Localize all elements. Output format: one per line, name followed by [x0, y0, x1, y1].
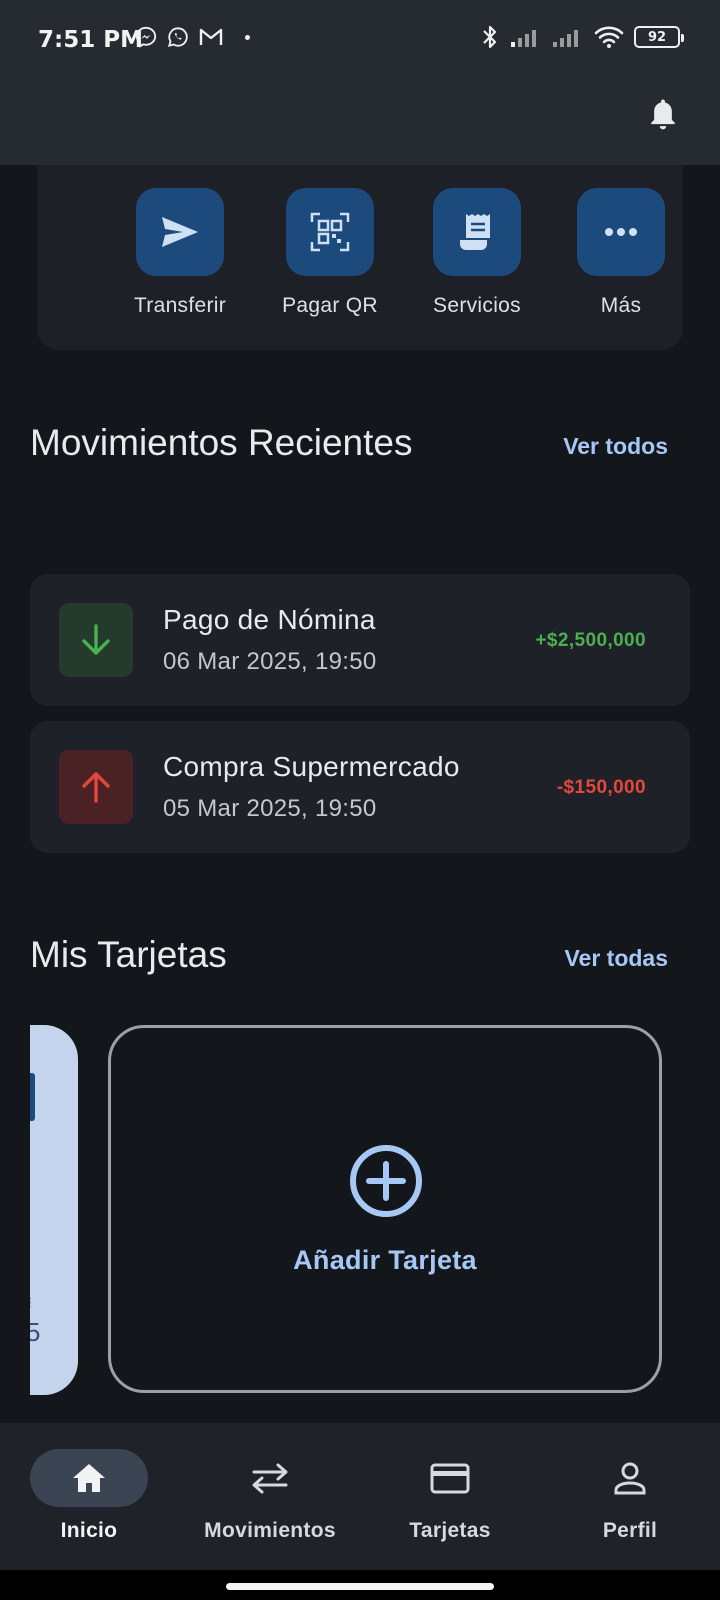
receipt-icon [460, 214, 490, 250]
signal-icon [511, 30, 536, 47]
battery-level: 92 [647, 29, 667, 45]
bank-card[interactable]: ⁝ 5 [30, 1025, 78, 1395]
transaction-name: Pago de Nómina [163, 604, 376, 635]
whatsapp-icon [167, 27, 188, 48]
arrow-down-icon [82, 624, 110, 655]
transaction-date: 06 Mar 2025, 19:50 [163, 648, 377, 675]
signal-icon [553, 30, 578, 47]
battery-icon: 92 [634, 26, 684, 48]
nav-label-tarjetas: Tarjetas [409, 1519, 491, 1542]
send-icon [162, 217, 198, 247]
transaction-date: 05 Mar 2025, 19:50 [163, 795, 377, 822]
card-number-fragment: 5 [30, 1317, 41, 1347]
qr-code-icon [310, 212, 350, 252]
dot-icon [245, 34, 250, 40]
nav-icon-wrap [571, 1449, 689, 1507]
nav-item-tarjetas[interactable]: Tarjetas [365, 1449, 535, 1543]
credit-card-icon [430, 1463, 470, 1494]
bottom-navigation: Inicio Movimientos Tarjetas Perfil [0, 1423, 720, 1570]
transfer-tile[interactable] [136, 188, 224, 276]
status-time: 7:51 PM [38, 27, 143, 53]
recent-movements-title: Movimientos Recientes [30, 422, 413, 463]
transaction-amount: -$150,000 [556, 777, 646, 798]
nav-icon-wrap [211, 1449, 329, 1507]
top-app-bar: 7:51 PM 92 [0, 0, 720, 165]
gmail-icon [199, 28, 223, 45]
system-icons: 92 [480, 24, 684, 50]
messenger-icon [135, 26, 157, 48]
swap-icon [252, 1463, 288, 1494]
card-text-fragment: ⁝ [30, 1293, 32, 1313]
add-card-button[interactable]: Añadir Tarjeta [108, 1025, 662, 1393]
home-indicator[interactable] [226, 1583, 494, 1590]
services-label: Servicios [433, 294, 521, 317]
transaction-item[interactable]: Compra Supermercado 05 Mar 2025, 19:50 -… [30, 721, 690, 853]
card-chip [30, 1073, 35, 1121]
more-label: Más [600, 294, 642, 317]
expense-icon-box [59, 750, 133, 824]
my-cards-title: Mis Tarjetas [30, 934, 227, 975]
nav-item-inicio[interactable]: Inicio [4, 1449, 174, 1543]
transaction-item[interactable]: Pago de Nómina 06 Mar 2025, 19:50 +$2,50… [30, 574, 690, 706]
nav-label-movimientos: Movimientos [204, 1519, 336, 1542]
arrow-up-icon [82, 772, 110, 803]
add-circle-icon [350, 1145, 422, 1217]
transfer-label: Transferir [133, 294, 227, 317]
nav-item-perfil[interactable]: Perfil [545, 1449, 715, 1543]
see-all-movements-link[interactable]: Ver todos [563, 433, 668, 460]
add-card-label: Añadir Tarjeta [293, 1245, 477, 1275]
nav-label-inicio: Inicio [60, 1519, 118, 1542]
bluetooth-icon [483, 25, 497, 49]
nav-item-movimientos[interactable]: Movimientos [185, 1449, 355, 1543]
see-all-cards-link[interactable]: Ver todas [564, 945, 668, 972]
pay-qr-label: Pagar QR [282, 294, 378, 317]
services-tile[interactable] [433, 188, 521, 276]
nav-label-perfil: Perfil [602, 1519, 658, 1542]
notification-icons [135, 26, 250, 48]
person-icon [614, 1462, 646, 1495]
status-bar: 7:51 PM 92 [0, 0, 720, 80]
pay-qr-action[interactable]: Pagar QR [265, 188, 395, 318]
transfer-action[interactable]: Transferir [115, 188, 245, 318]
more-icon [605, 228, 637, 236]
app-screen: 7:51 PM 92 Transferir Pagar QR Servicios… [0, 0, 720, 1600]
bell-icon[interactable] [646, 96, 680, 132]
nav-icon-wrap [391, 1449, 509, 1507]
nav-active-indicator [30, 1449, 148, 1507]
home-icon [73, 1464, 105, 1492]
income-icon-box [59, 603, 133, 677]
wifi-icon [594, 26, 624, 48]
more-action[interactable]: Más [556, 188, 686, 318]
pay-qr-tile[interactable] [286, 188, 374, 276]
transaction-name: Compra Supermercado [163, 751, 460, 782]
services-action[interactable]: Servicios [412, 188, 542, 318]
transaction-amount: +$2,500,000 [535, 630, 646, 651]
more-tile[interactable] [577, 188, 665, 276]
